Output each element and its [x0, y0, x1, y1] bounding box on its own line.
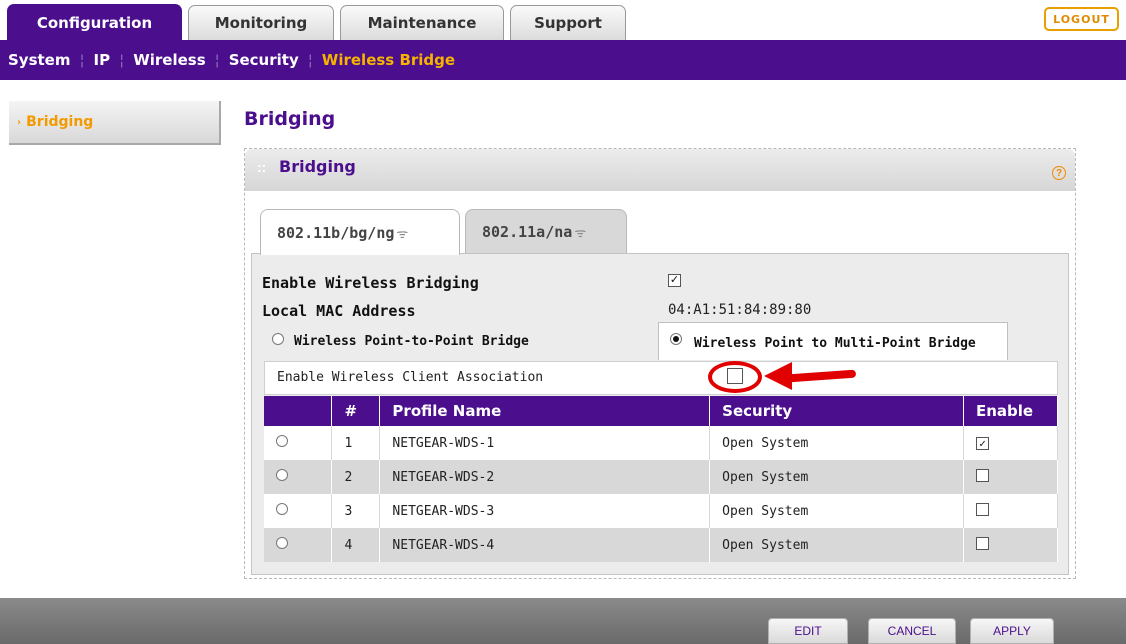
mac-address-value: 04:A1:51:84:89:80 — [668, 302, 812, 318]
panel-header: :: Bridging ? — [245, 149, 1075, 191]
header-number: # — [331, 396, 381, 426]
bridge-profile-table: # Profile Name Security Enable 1 NETGEAR… — [264, 396, 1058, 562]
tab-maintenance[interactable]: Maintenance — [340, 5, 504, 40]
client-association-row: Enable Wireless Client Association — [264, 361, 1058, 395]
p2mp-bridge-radio[interactable] — [670, 333, 682, 345]
row-enable-cell — [963, 494, 1058, 528]
subnav-item-system[interactable]: System — [8, 51, 70, 69]
subnav-item-security[interactable]: Security — [229, 51, 299, 69]
row-enable-cell — [963, 528, 1058, 562]
subnav-item-wireless-bridge[interactable]: Wireless Bridge — [322, 51, 455, 69]
table-row: 4 NETGEAR-WDS-4 Open System — [264, 528, 1058, 562]
header-security: Security — [709, 396, 964, 426]
table-row: 3 NETGEAR-WDS-3 Open System — [264, 494, 1058, 528]
row-security: Open System — [709, 426, 964, 460]
tab-band-2-4ghz[interactable]: 802.11b/bg/ng ᯤ — [260, 209, 460, 255]
profile-select-radio[interactable] — [276, 537, 288, 549]
subnav-item-wireless[interactable]: Wireless — [133, 51, 205, 69]
router-admin-page: Configuration Monitoring Maintenance Sup… — [0, 0, 1126, 644]
client-association-label: Enable Wireless Client Association — [277, 370, 544, 385]
apply-button[interactable]: APPLY — [970, 618, 1054, 644]
sidebar-item-label: Bridging — [26, 114, 94, 130]
page-title: Bridging — [244, 108, 336, 130]
tab-configuration[interactable]: Configuration — [7, 4, 182, 41]
p2p-bridge-radio[interactable] — [272, 333, 284, 345]
row-number: 4 — [331, 528, 381, 562]
row-number: 3 — [331, 494, 381, 528]
tab-band-5ghz[interactable]: 802.11a/na ᯤ — [465, 209, 627, 253]
p2mp-bridge-label: Wireless Point to Multi-Point Bridge — [694, 336, 976, 351]
footer-bar: EDIT CANCEL APPLY — [0, 598, 1126, 644]
row-select-cell — [264, 426, 333, 460]
row-number: 2 — [331, 460, 381, 494]
p2p-bridge-label: Wireless Point-to-Point Bridge — [294, 334, 529, 349]
profile-enable-checkbox[interactable]: ✓ — [976, 436, 989, 450]
panel-title: Bridging — [279, 157, 356, 176]
subnav-divider: ¦ — [307, 51, 313, 69]
profile-enable-checkbox[interactable] — [976, 468, 989, 482]
subnav-item-ip[interactable]: IP — [94, 51, 111, 69]
sub-navigation: System ¦ IP ¦ Wireless ¦ Security ¦ Wire… — [0, 40, 1126, 80]
subnav-divider: ¦ — [79, 51, 85, 69]
row-select-cell — [264, 460, 333, 494]
tab-monitoring[interactable]: Monitoring — [188, 5, 334, 40]
row-profile-name: NETGEAR-WDS-2 — [379, 460, 711, 494]
profile-select-radio[interactable] — [276, 469, 288, 481]
row-select-cell — [264, 528, 333, 562]
row-security: Open System — [709, 528, 964, 562]
table-row: 2 NETGEAR-WDS-2 Open System — [264, 460, 1058, 494]
row-enable-cell: ✓ — [963, 426, 1058, 460]
row-enable-cell — [963, 460, 1058, 494]
profile-select-radio[interactable] — [276, 503, 288, 515]
row-profile-name: NETGEAR-WDS-1 — [379, 426, 711, 460]
tab-support[interactable]: Support — [510, 5, 626, 40]
grip-icon: :: — [257, 159, 267, 175]
band-tab-label: 802.11b/bg/ng — [277, 223, 395, 242]
chevron-right-icon: › — [17, 116, 22, 128]
row-number: 1 — [331, 426, 381, 460]
table-row: 1 NETGEAR-WDS-1 Open System ✓ — [264, 426, 1058, 460]
enable-bridging-checkbox[interactable]: ✓ — [668, 274, 681, 287]
top-tab-bar: Configuration Monitoring Maintenance Sup… — [0, 0, 1126, 41]
table-header-row: # Profile Name Security Enable — [264, 396, 1058, 426]
mac-address-label: Local MAC Address — [262, 302, 416, 320]
row-security: Open System — [709, 494, 964, 528]
subnav-divider: ¦ — [119, 51, 125, 69]
row-profile-name: NETGEAR-WDS-4 — [379, 528, 711, 562]
row-profile-name: NETGEAR-WDS-3 — [379, 494, 711, 528]
enable-bridging-label: Enable Wireless Bridging — [262, 274, 479, 292]
wifi-icon: ᯤ — [574, 225, 587, 241]
header-select — [264, 396, 333, 426]
header-enable: Enable — [963, 396, 1058, 426]
subnav-divider: ¦ — [214, 51, 220, 69]
header-profile-name: Profile Name — [379, 396, 711, 426]
logout-button[interactable]: LOGOUT — [1044, 7, 1119, 31]
row-security: Open System — [709, 460, 964, 494]
profile-select-radio[interactable] — [276, 435, 288, 447]
profile-enable-checkbox[interactable] — [976, 502, 989, 516]
wifi-icon: ᯤ — [396, 226, 409, 242]
band-tab-label: 802.11a/na — [482, 222, 573, 241]
help-icon[interactable]: ? — [1052, 166, 1066, 180]
row-select-cell — [264, 494, 333, 528]
edit-button[interactable]: EDIT — [768, 618, 848, 644]
highlight-ring — [708, 361, 762, 393]
sidebar-item-bridging[interactable]: › Bridging — [9, 101, 221, 145]
profile-enable-checkbox[interactable] — [976, 536, 989, 550]
cancel-button[interactable]: CANCEL — [868, 618, 956, 644]
